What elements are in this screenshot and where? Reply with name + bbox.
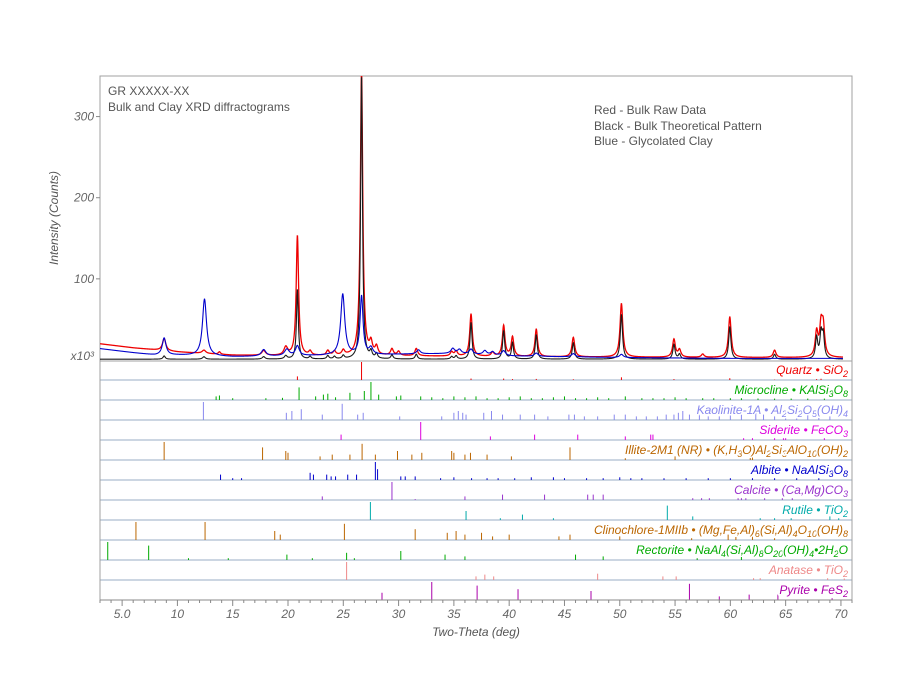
y-axis-title: Intensity (Counts) — [47, 171, 61, 265]
x-tick-label: 50 — [613, 607, 627, 621]
phase-panel: Anatase • TiO2 — [100, 562, 852, 581]
xrd-chart: 100 200 300 x10³ Intensity (Counts) GR XXX… — [47, 75, 853, 639]
y-axis-ticks: 100 200 300 — [73, 110, 100, 286]
phase-label: Rutile • TiO2 — [782, 503, 848, 519]
legend-line-blue: Blue - Glycolated Clay — [594, 134, 713, 148]
x-tick-label: 30 — [392, 607, 406, 621]
x-tick-label: 70 — [834, 607, 848, 621]
phase-panel: Rutile • TiO2 — [100, 502, 852, 521]
phase-panel: Albite • NaAlSi3O8 — [100, 462, 852, 481]
phase-panel: Clinochlore-1MIIb • (Mg,Fe,Al)6(Si,Al)4O… — [100, 522, 852, 541]
legend-line-red: Red - Bulk Raw Data — [594, 103, 706, 117]
x-tick-label: 40 — [502, 607, 516, 621]
y-multiplier-label: x10³ — [70, 349, 95, 363]
x-axis-ticks: 5.0 10 15 20 25 30 35 40 45 50 55 60 65 70 — [99, 599, 853, 621]
phase-label: Siderite • FeCO3 — [759, 423, 848, 439]
x-tick-label: 5.0 — [114, 607, 131, 621]
x-tick-label: 65 — [779, 607, 793, 621]
x-tick-label: 60 — [724, 607, 738, 621]
phase-panels: Quartz • SiO2 Microcline • KAlSi3O8 Kaolin… — [99, 360, 853, 601]
phase-label: Microcline • KAlSi3O8 — [734, 383, 848, 399]
phase-panel: Pyrite • FeS2 — [100, 582, 852, 601]
phase-label: Kaolinite-1A • Al2Si2O5(OH)4 — [697, 403, 848, 419]
phase-label: Clinochlore-1MIIb • (Mg,Fe,Al)6(Si,Al)4O… — [594, 523, 848, 539]
phase-label: Illite-2M1 (NR) • (K,H3O)Al2Si3AlO10(OH)… — [625, 443, 848, 459]
x-tick-label: 15 — [226, 607, 240, 621]
chart-title: GR XXXXX-XX — [108, 84, 189, 98]
phase-label: Rectorite • NaAl4(Si,Al)8O20(OH)4•2H2O — [636, 543, 848, 559]
y-tick-label: 300 — [74, 110, 94, 124]
chart-subtitle: Bulk and Clay XRD diffractograms — [108, 100, 290, 114]
phase-panel: Kaolinite-1A • Al2Si2O5(OH)4 — [100, 402, 852, 421]
phase-label: Quartz • SiO2 — [776, 363, 848, 379]
x-tick-label: 25 — [336, 607, 351, 621]
x-tick-label: 10 — [171, 607, 185, 621]
x-tick-label: 55 — [668, 607, 682, 621]
phase-panel: Quartz • SiO2 — [100, 362, 852, 381]
legend-line-black: Black - Bulk Theoretical Pattern — [594, 119, 762, 133]
phase-label: Albite • NaAlSi3O8 — [750, 463, 848, 479]
main-plot: 100 200 300 x10³ Intensity (Counts) GR XXX… — [47, 75, 853, 363]
x-tick-label: 45 — [558, 607, 572, 621]
phase-label: Calcite • (Ca,Mg)CO3 — [734, 483, 848, 499]
phase-label: Pyrite • FeS2 — [779, 583, 848, 599]
y-tick-label: 200 — [73, 191, 94, 205]
phase-panel: Siderite • FeCO3 — [100, 422, 852, 441]
x-axis-title: Two-Theta (deg) — [432, 625, 520, 639]
phase-panel: Microcline • KAlSi3O8 — [100, 382, 852, 401]
phase-panel: Illite-2M1 (NR) • (K,H3O)Al2Si3AlO10(OH)… — [100, 442, 852, 461]
x-tick-label: 20 — [280, 607, 295, 621]
x-tick-label: 35 — [447, 607, 461, 621]
phase-panel: Calcite • (Ca,Mg)CO3 — [100, 482, 852, 501]
phase-panel: Rectorite • NaAl4(Si,Al)8O20(OH)4•2H2O — [100, 542, 852, 561]
y-tick-label: 100 — [74, 272, 94, 286]
phase-label: Anatase • TiO2 — [768, 563, 848, 579]
